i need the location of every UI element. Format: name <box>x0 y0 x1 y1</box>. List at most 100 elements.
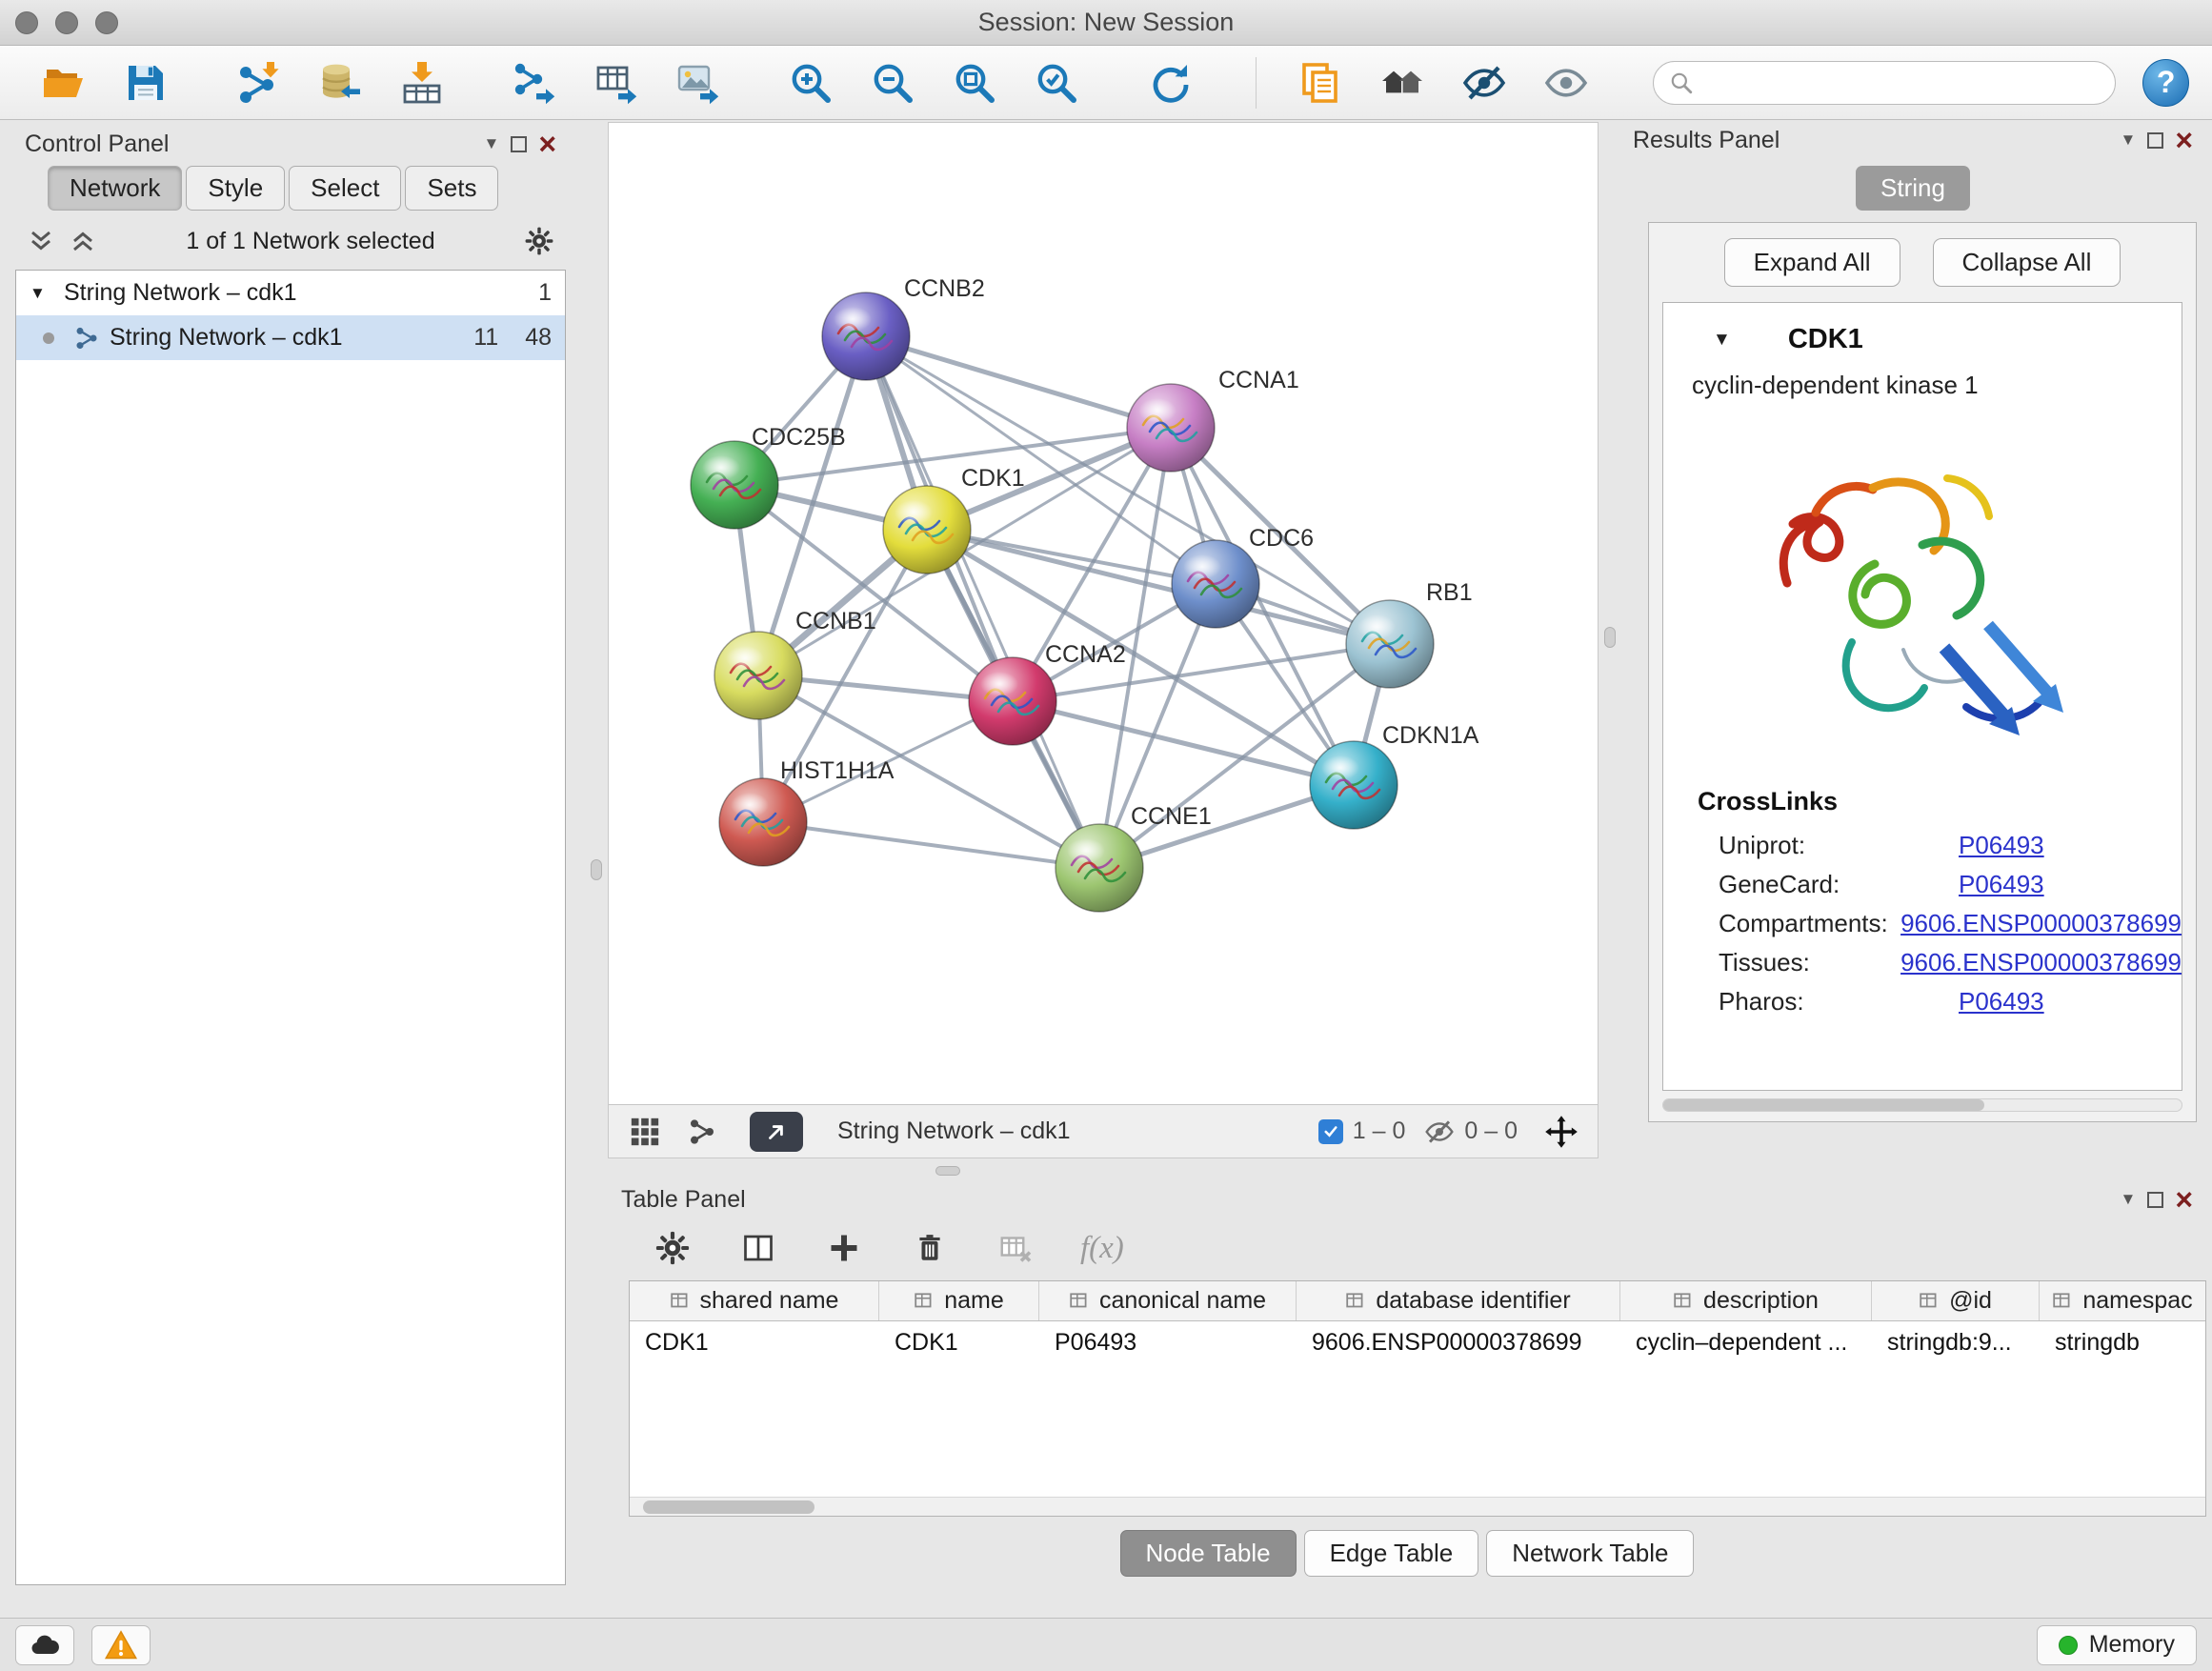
crosslink-label: Pharos: <box>1719 987 1959 1017</box>
cell-description[interactable]: cyclin–dependent ... <box>1620 1329 1872 1357</box>
node-CCNA1[interactable]: CCNA1 <box>1127 367 1299 472</box>
results-panel-close-button[interactable]: × <box>2175 125 2193 155</box>
memory-button[interactable]: Memory <box>2037 1625 2197 1665</box>
tissues-link[interactable]: 9606.ENSP00000378699 <box>1900 948 2182 977</box>
results-horizontal-scrollbar[interactable] <box>1662 1098 2182 1112</box>
collapse-entry-icon[interactable]: ▼ <box>1713 330 1731 351</box>
edge-CDK1-RB1[interactable] <box>927 530 1390 644</box>
table-horizontal-scrollbar[interactable] <box>630 1497 2205 1516</box>
table-panel-float-button[interactable] <box>2147 1192 2163 1208</box>
birds-eye-view-button[interactable] <box>626 1113 664 1151</box>
expand-all-icon[interactable] <box>69 227 97 255</box>
create-column-button[interactable] <box>823 1227 865 1269</box>
zoom-fit-button[interactable] <box>949 57 1000 109</box>
search-input[interactable] <box>1703 69 2100 96</box>
node-CDKN1A[interactable]: CDKN1A <box>1310 722 1479 829</box>
network-collection-row[interactable]: ▼ String Network – cdk1 1 <box>16 271 565 315</box>
compartments-link[interactable]: 9606.ENSP00000378699 <box>1900 909 2182 938</box>
results-panel-float-button[interactable] <box>2147 132 2163 149</box>
tab-edge-table[interactable]: Edge Table <box>1304 1530 1479 1577</box>
node-HIST1H1A[interactable]: HIST1H1A <box>719 757 895 866</box>
table-row[interactable]: CDK1 CDK1 P06493 9606.ENSP00000378699 cy… <box>630 1321 2205 1363</box>
node-label-CCNA1: CCNA1 <box>1218 367 1299 393</box>
tab-sets[interactable]: Sets <box>405 166 498 211</box>
edge-CCNB2-CCNE1[interactable] <box>866 336 1099 868</box>
node-RB1[interactable]: RB1 <box>1346 579 1473 688</box>
export-network-button[interactable] <box>509 57 560 109</box>
warnings-button[interactable] <box>91 1625 151 1665</box>
import-network-button[interactable] <box>232 57 284 109</box>
column-header-database-identifier[interactable]: database identifier <box>1297 1281 1620 1320</box>
uniprot-link[interactable]: P06493 <box>1959 831 2044 860</box>
tab-network[interactable]: Network <box>48 166 182 211</box>
open-session-button[interactable] <box>38 57 90 109</box>
pan-mode-button[interactable] <box>1542 1113 1580 1151</box>
network-row[interactable]: String Network – cdk1 11 48 <box>16 315 565 360</box>
tab-style[interactable]: Style <box>186 166 285 211</box>
tab-select[interactable]: Select <box>289 166 401 211</box>
expand-all-button[interactable]: Expand All <box>1724 238 1900 287</box>
help-button[interactable]: ? <box>2142 59 2189 107</box>
hide-selected-button[interactable] <box>1458 57 1510 109</box>
column-header-namespace[interactable]: namespac <box>2040 1281 2205 1320</box>
right-splitter-handle[interactable] <box>1604 627 1616 648</box>
tab-network-table[interactable]: Network Table <box>1486 1530 1694 1577</box>
network-overview-button[interactable] <box>683 1113 721 1151</box>
show-hidden-button[interactable] <box>1540 57 1592 109</box>
zoom-in-button[interactable] <box>785 57 836 109</box>
control-panel-close-button[interactable]: × <box>538 129 556 159</box>
node-CDK1[interactable]: CDK1 <box>883 465 1025 574</box>
cell-name[interactable]: CDK1 <box>879 1329 1039 1357</box>
delete-table-icon <box>998 1231 1033 1265</box>
table-panel-close-button[interactable]: × <box>2175 1184 2193 1215</box>
close-window-button[interactable] <box>15 11 38 34</box>
cell-shared-name[interactable]: CDK1 <box>630 1329 879 1357</box>
pharos-link[interactable]: P06493 <box>1959 987 2044 1017</box>
left-splitter-handle[interactable] <box>591 859 602 880</box>
save-session-button[interactable] <box>120 57 171 109</box>
show-all-views-button[interactable] <box>1377 57 1428 109</box>
gene-entry-header[interactable]: ▼ CDK1 <box>1663 316 2182 365</box>
network-canvas[interactable]: CCNB2CCNA1CDC25BCDK1CDC6RB1CCNB1CCNA2CDK… <box>609 123 1599 1104</box>
cloud-status-button[interactable] <box>15 1625 74 1665</box>
import-network-from-database-button[interactable] <box>314 57 366 109</box>
apply-layout-button[interactable] <box>1143 57 1195 109</box>
zoom-selected-button[interactable] <box>1031 57 1082 109</box>
zoom-out-button[interactable] <box>867 57 918 109</box>
column-header-name[interactable]: name <box>879 1281 1039 1320</box>
delete-column-button[interactable] <box>909 1227 951 1269</box>
column-header-id[interactable]: @id <box>1872 1281 2040 1320</box>
column-header-canonical-name[interactable]: canonical name <box>1039 1281 1297 1320</box>
table-panel-menu-chevron-icon[interactable]: ▼ <box>2120 1190 2136 1209</box>
cell-namespace[interactable]: stringdb <box>2040 1329 2205 1357</box>
export-table-button[interactable] <box>591 57 642 109</box>
control-panel-menu-chevron-icon[interactable]: ▼ <box>483 134 499 153</box>
cell-database-identifier[interactable]: 9606.ENSP00000378699 <box>1297 1329 1620 1357</box>
tab-string[interactable]: String <box>1856 166 1970 211</box>
network-options-gear-icon[interactable] <box>524 226 554 256</box>
edge-CCNB2-CCNA1[interactable] <box>866 336 1171 428</box>
collapse-all-button[interactable]: Collapse All <box>1933 238 2122 287</box>
open-in-new-window-button[interactable] <box>750 1112 803 1152</box>
export-image-button[interactable] <box>673 57 724 109</box>
crosslink-label: Compartments: <box>1719 909 1900 938</box>
show-columns-button[interactable] <box>737 1227 779 1269</box>
table-options-button[interactable] <box>652 1227 694 1269</box>
cell-id[interactable]: stringdb:9... <box>1872 1329 2040 1357</box>
column-header-shared-name[interactable]: shared name <box>630 1281 879 1320</box>
genecard-link[interactable]: P06493 <box>1959 870 2044 899</box>
tree-expander-icon[interactable]: ▼ <box>30 284 54 303</box>
edge-CCNE1-HIST1H1A[interactable] <box>763 822 1099 868</box>
bottom-splitter-handle[interactable] <box>935 1166 960 1176</box>
import-table-button[interactable] <box>396 57 448 109</box>
minimize-window-button[interactable] <box>55 11 78 34</box>
selected-checkbox-icon[interactable] <box>1318 1119 1343 1144</box>
collapse-all-icon[interactable] <box>27 227 55 255</box>
tab-node-table[interactable]: Node Table <box>1120 1530 1297 1577</box>
copy-network-button[interactable] <box>1295 57 1346 109</box>
zoom-window-button[interactable] <box>95 11 118 34</box>
control-panel-float-button[interactable] <box>511 136 527 152</box>
results-panel-menu-chevron-icon[interactable]: ▼ <box>2120 131 2136 150</box>
column-header-description[interactable]: description <box>1620 1281 1872 1320</box>
cell-canonical-name[interactable]: P06493 <box>1039 1329 1297 1357</box>
